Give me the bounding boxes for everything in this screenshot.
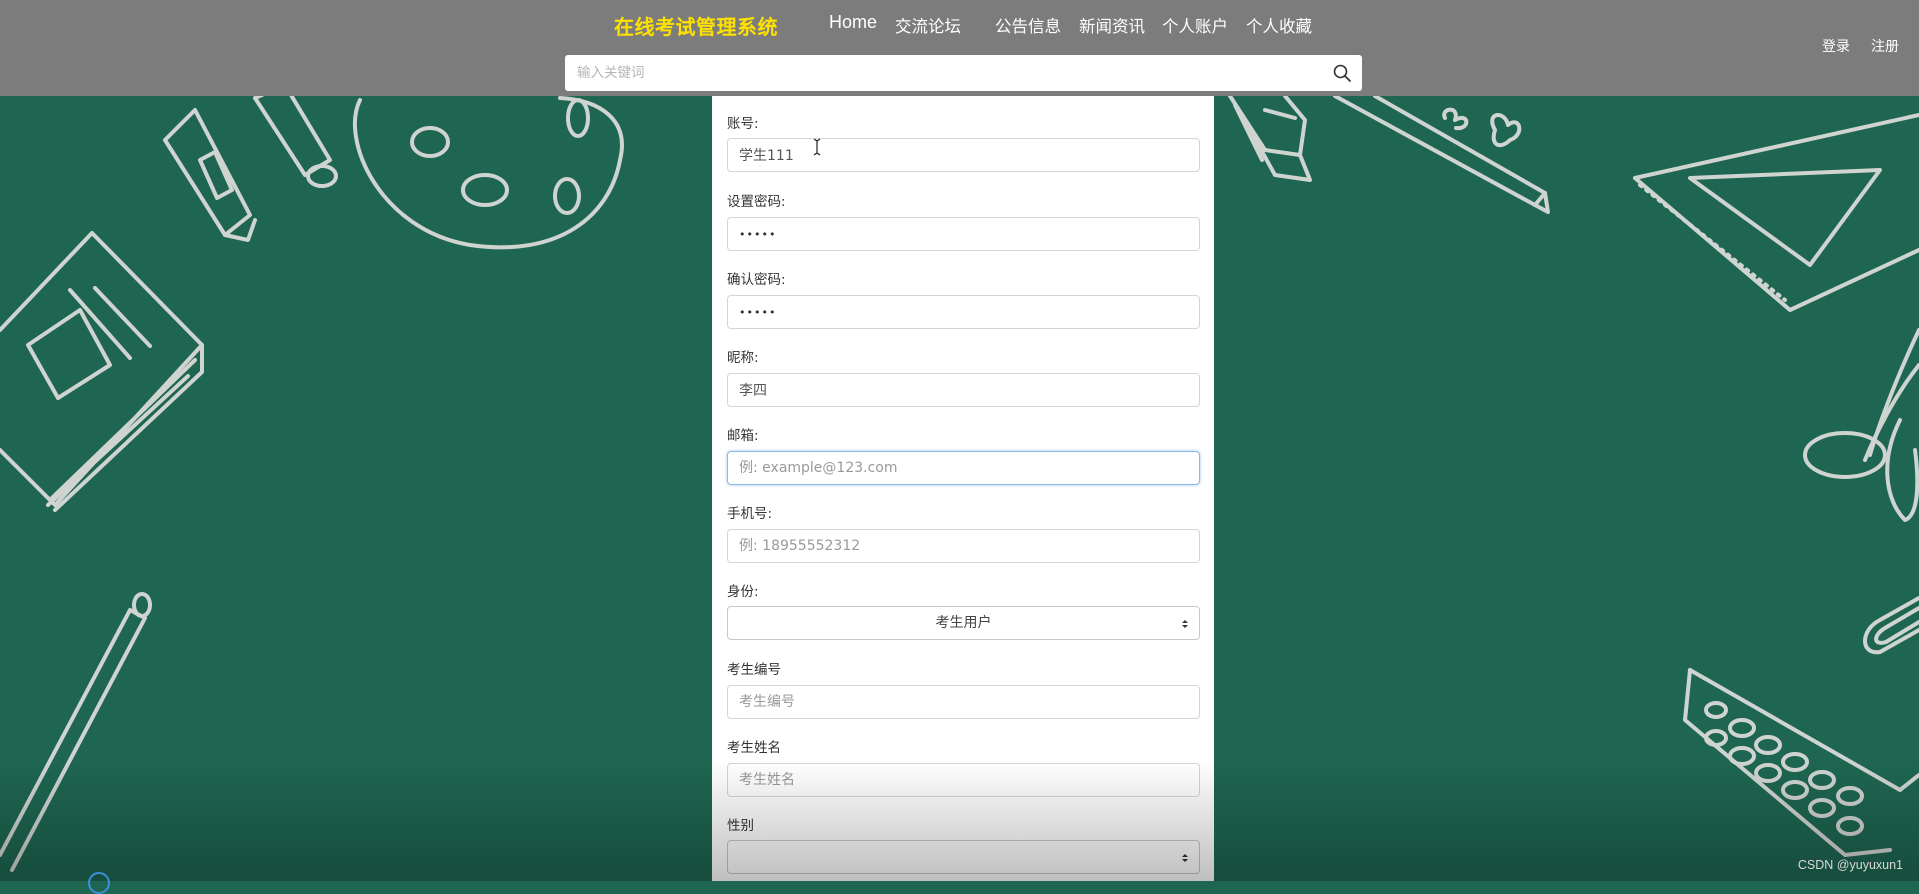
- gender-select[interactable]: [727, 840, 1200, 874]
- student-no-label: 考生编号: [727, 662, 781, 678]
- select-arrows-icon: [1182, 620, 1188, 628]
- floating-circle-icon[interactable]: [88, 872, 110, 894]
- csdn-watermark: CSDN @yuyuxun1: [1797, 858, 1903, 872]
- account-label: 账号:: [727, 116, 759, 132]
- top-navbar: 在线考试管理系统 Home 交流论坛 公告信息 新闻资讯 个人账户 个人收藏 登…: [0, 0, 1919, 96]
- nav-news[interactable]: 新闻资讯: [1079, 13, 1145, 37]
- register-form: 账号: 设置密码: 确认密码: 昵称: 邮箱: 手机号: 身份: 考生用户 考生…: [712, 96, 1214, 881]
- text-cursor-icon: [813, 138, 821, 156]
- select-arrows-icon: [1182, 854, 1188, 862]
- phone-field[interactable]: [727, 529, 1200, 563]
- gender-label: 性别: [727, 818, 754, 834]
- account-field[interactable]: [727, 138, 1200, 172]
- register-link[interactable]: 注册: [1871, 36, 1899, 56]
- nav-home[interactable]: Home: [829, 12, 877, 33]
- identity-select-value: 考生用户: [935, 615, 992, 631]
- search-input[interactable]: [565, 55, 1325, 91]
- nav-account[interactable]: 个人账户: [1162, 13, 1228, 37]
- confirm-password-field[interactable]: [727, 295, 1200, 329]
- phone-label: 手机号:: [727, 506, 773, 522]
- identity-label: 身份:: [727, 584, 759, 600]
- nickname-field[interactable]: [727, 373, 1200, 407]
- student-no-field[interactable]: [727, 685, 1200, 719]
- password-label: 设置密码:: [727, 194, 786, 210]
- password-field[interactable]: [727, 217, 1200, 251]
- confirm-password-label: 确认密码:: [727, 272, 786, 288]
- email-label: 邮箱:: [727, 428, 759, 444]
- nav-favorites[interactable]: 个人收藏: [1246, 13, 1312, 37]
- nav-announcements[interactable]: 公告信息: [995, 13, 1061, 37]
- site-brand[interactable]: 在线考试管理系统: [614, 11, 778, 40]
- student-name-field[interactable]: [727, 763, 1200, 797]
- login-link[interactable]: 登录: [1822, 36, 1850, 56]
- student-name-label: 考生姓名: [727, 740, 781, 756]
- identity-select[interactable]: 考生用户: [727, 606, 1200, 640]
- email-field[interactable]: [727, 451, 1200, 485]
- search-bar: [565, 55, 1362, 91]
- nickname-label: 昵称:: [727, 350, 759, 366]
- search-icon[interactable]: [1332, 63, 1352, 83]
- nav-forum[interactable]: 交流论坛: [895, 13, 961, 37]
